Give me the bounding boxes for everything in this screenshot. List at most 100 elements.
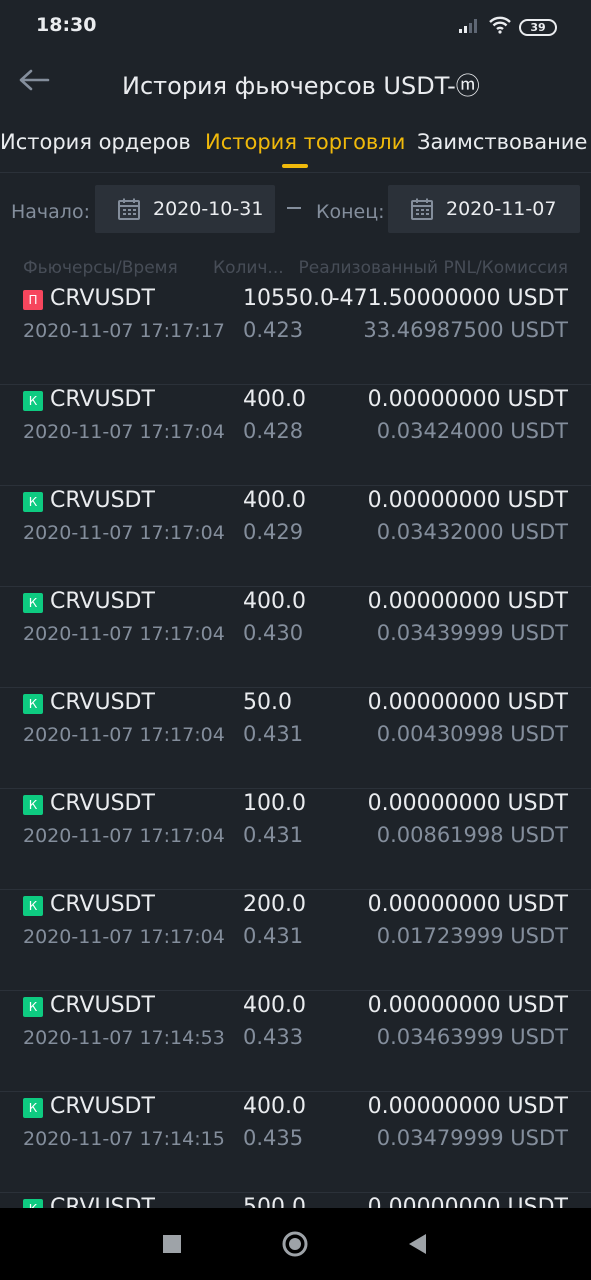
trade-symbol: CRVUSDT xyxy=(50,892,155,917)
trade-time: 2020-11-07 17:17:04 xyxy=(23,926,225,948)
trade-row[interactable]: К CRVUSDT 2020-11-07 17:14:53 400.0 0.433 0.0… xyxy=(0,992,591,1092)
trade-row[interactable]: К CRVUSDT 2020-11-07 17:17:04 400.0 0.429 0.0… xyxy=(0,487,591,587)
start-date-picker[interactable]: 2020-10-31 xyxy=(95,185,275,233)
signal-icon xyxy=(459,17,481,37)
trade-symbol: CRVUSDT xyxy=(50,488,155,513)
trade-realized-pnl: 0.00000000 USDT xyxy=(367,387,568,412)
header: История фьючерсов USDT-ⓜ xyxy=(0,52,591,110)
trade-price: 0.431 xyxy=(243,722,304,746)
trade-price: 0.431 xyxy=(243,924,304,948)
side-badge: П xyxy=(23,290,43,310)
trade-fee: 0.00430998 USDT xyxy=(376,722,568,746)
trade-quantity: 200.0 xyxy=(243,892,306,917)
trade-realized-pnl: -471.50000000 USDT xyxy=(331,286,568,311)
trade-symbol: CRVUSDT xyxy=(50,286,155,311)
nav-back-button[interactable] xyxy=(397,1224,437,1264)
side-badge: К xyxy=(23,1098,43,1118)
trade-list: П CRVUSDT 2020-11-07 17:17:17 10550.0 0.423 -… xyxy=(0,284,591,1208)
trade-symbol: CRVUSDT xyxy=(50,993,155,1018)
trade-price: 0.433 xyxy=(243,1025,304,1049)
battery-icon: 39 xyxy=(519,18,557,36)
trade-fee: 0.03424000 USDT xyxy=(376,419,568,443)
trade-symbol: CRVUSDT xyxy=(50,1094,155,1119)
calendar-icon xyxy=(117,197,141,221)
trade-realized-pnl: 0.00000000 USDT xyxy=(367,993,568,1018)
trade-row[interactable]: К CRVUSDT 2020-11-07 17:17:04 50.0 0.431 0.00… xyxy=(0,689,591,789)
trade-price: 0.423 xyxy=(243,318,304,342)
date-range-separator xyxy=(287,207,301,209)
recent-apps-icon xyxy=(163,1235,181,1253)
trade-price: 0.430 xyxy=(243,621,304,645)
column-header-pnl-fee: Реализованный PNL/Комиссия xyxy=(298,258,568,278)
side-badge: К xyxy=(23,795,43,815)
trade-time: 2020-11-07 17:17:04 xyxy=(23,522,225,544)
trade-quantity: 50.0 xyxy=(243,690,292,715)
trade-fee: 0.03432000 USDT xyxy=(376,520,568,544)
trade-fee: 0.03479999 USDT xyxy=(376,1126,568,1150)
tab-borrowing[interactable]: Заимствование xyxy=(417,130,587,154)
side-badge: К xyxy=(23,593,43,613)
trade-realized-pnl: 0.00000000 USDT xyxy=(367,589,568,614)
trade-quantity: 10550.0 xyxy=(243,286,334,311)
trade-time: 2020-11-07 17:17:04 xyxy=(23,825,225,847)
trade-quantity: 100.0 xyxy=(243,791,306,816)
trade-time: 2020-11-07 17:17:17 xyxy=(23,320,225,342)
end-date-picker[interactable]: 2020-11-07 xyxy=(388,185,580,233)
trade-realized-pnl: 0.00000000 USDT xyxy=(367,1094,568,1119)
trade-price: 0.435 xyxy=(243,1126,304,1150)
side-badge: К xyxy=(23,1199,43,1208)
trade-fee: 0.03463999 USDT xyxy=(376,1025,568,1049)
trade-time: 2020-11-07 17:14:53 xyxy=(23,1027,225,1049)
trade-symbol: CRVUSDT xyxy=(50,589,155,614)
active-tab-indicator xyxy=(282,164,308,168)
trade-row[interactable]: К CRVUSDT 2020-11-07 17:17:04 400.0 0.430 0.0… xyxy=(0,588,591,688)
trade-symbol: CRVUSDT xyxy=(50,690,155,715)
recent-apps-button[interactable] xyxy=(152,1224,192,1264)
date-filter: Начало: 2020-10-31 Конец: 2020-11-07 xyxy=(0,172,591,249)
trade-time: 2020-11-07 17:14:15 xyxy=(23,1128,225,1150)
trade-quantity: 400.0 xyxy=(243,488,306,513)
trade-row[interactable]: К CRVUSDT 2020-11-07 17:17:04 200.0 0.431 0.0… xyxy=(0,891,591,991)
trade-row[interactable]: П CRVUSDT 2020-11-07 17:17:17 10550.0 0.423 -… xyxy=(0,285,591,385)
side-badge: К xyxy=(23,896,43,916)
tab-trade-history[interactable]: История торговли xyxy=(205,130,405,154)
status-bar: 18:30 39 xyxy=(0,0,591,52)
tab-bar: История ордеров История торговли Заимств… xyxy=(0,110,591,172)
back-button[interactable] xyxy=(14,60,54,100)
end-label: Конец: xyxy=(316,201,385,223)
status-time: 18:30 xyxy=(36,14,97,36)
side-badge: К xyxy=(23,694,43,714)
column-header-quantity: Колич... xyxy=(213,258,284,278)
calendar-icon xyxy=(410,197,434,221)
status-icons: 39 xyxy=(459,16,557,38)
home-button[interactable] xyxy=(275,1224,315,1264)
trade-row[interactable]: К CRVUSDT 2020-11-07 17:17:04 400.0 0.428 0.0… xyxy=(0,386,591,486)
trade-fee: 0.00861998 USDT xyxy=(376,823,568,847)
trade-price: 0.429 xyxy=(243,520,304,544)
trade-quantity: 400.0 xyxy=(243,387,306,412)
trade-time: 2020-11-07 17:17:04 xyxy=(23,623,225,645)
trade-quantity: 400.0 xyxy=(243,1094,306,1119)
trade-realized-pnl: 0.00000000 USDT xyxy=(367,892,568,917)
trade-quantity: 400.0 xyxy=(243,589,306,614)
trade-realized-pnl: 0.00000000 USDT xyxy=(367,791,568,816)
tab-order-history[interactable]: История ордеров xyxy=(0,130,191,154)
trade-symbol: CRVUSDT xyxy=(50,1195,155,1208)
trade-quantity: 500.0 xyxy=(243,1195,306,1208)
trade-fee: 33.46987500 USDT xyxy=(363,318,568,342)
side-badge: К xyxy=(23,997,43,1017)
trade-realized-pnl: 0.00000000 USDT xyxy=(367,488,568,513)
trade-realized-pnl: 0.00000000 USDT xyxy=(367,1195,568,1208)
trade-symbol: CRVUSDT xyxy=(50,791,155,816)
side-badge: К xyxy=(23,492,43,512)
trade-price: 0.428 xyxy=(243,419,304,443)
side-badge: К xyxy=(23,391,43,411)
trade-row[interactable]: К CRVUSDT 2020-11-07 17:14:15 400.0 0.435 0.0… xyxy=(0,1093,591,1193)
navigation-bar xyxy=(0,1208,591,1280)
trade-symbol: CRVUSDT xyxy=(50,387,155,412)
trade-price: 0.431 xyxy=(243,823,304,847)
trade-row[interactable]: К CRVUSDT 2020-11-07 17:17:04 100.0 0.431 0.0… xyxy=(0,790,591,890)
trade-time: 2020-11-07 17:17:04 xyxy=(23,421,225,443)
trade-row[interactable]: К CRVUSDT 500.0 0.00000000 USDT xyxy=(0,1194,591,1208)
wifi-icon xyxy=(489,16,511,38)
